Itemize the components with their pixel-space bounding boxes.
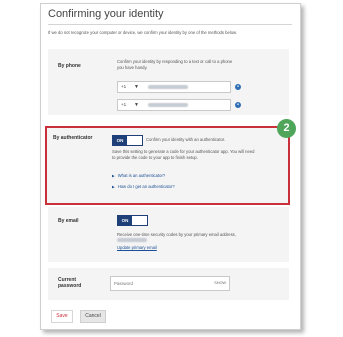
chevron-down-icon[interactable]: ▼ [134,101,139,109]
authenticator-toggle[interactable]: ON [112,135,143,146]
email-label: By email [58,218,79,224]
title-divider [48,24,292,25]
phone-label: By phone [58,63,81,69]
authenticator-toggle-text: Confirm your identity with an authentica… [146,137,226,142]
phone-number-blurred [148,85,188,89]
email-address-blurred [117,238,147,243]
phone-number-blurred [148,103,188,107]
phone-description: Confirm your identity by responding to a… [117,59,233,70]
phone-input-2[interactable]: +1 ▼ [117,99,231,111]
country-code: +1 [121,102,127,107]
phone-section: By phone Confirm your identity by respon… [48,49,289,115]
caret-right-icon: ▶ [112,174,115,178]
what-is-authenticator-link[interactable]: ▶ What is an authenticator? [112,173,165,179]
update-primary-email-link[interactable]: Update primary email [117,245,157,251]
chevron-down-icon[interactable]: ▼ [134,83,139,91]
authenticator-section: By authenticator ON Confirm your identit… [45,126,290,205]
show-password-button[interactable]: SHOW [214,277,226,290]
cancel-button[interactable]: Cancel [80,310,106,323]
info-icon[interactable]: • [235,102,241,108]
authenticator-description: Save this setting to generate a code for… [112,149,255,160]
page-title: Confirming your identity [48,8,164,20]
caret-right-icon: ▶ [112,185,115,189]
info-icon[interactable]: • [235,84,241,90]
email-description: Receive one-time security codes by your … [117,232,237,243]
step-badge: 2 [277,119,296,138]
toggle-on-label: ON [113,136,127,145]
save-button[interactable]: Save [51,310,73,323]
password-label: Current password [58,277,82,289]
email-section: By email ON Receive one-time security co… [48,207,289,262]
authenticator-label: By authenticator [53,135,93,141]
settings-panel: Confirming your identity If we do not re… [40,3,301,330]
toggle-on-label: ON [118,216,132,225]
email-toggle[interactable]: ON [117,215,148,226]
country-code: +1 [121,84,127,89]
current-password-input[interactable]: Password SHOW [110,276,230,291]
password-placeholder: Password [114,281,133,286]
phone-input-1[interactable]: +1 ▼ [117,81,231,93]
how-to-get-authenticator-link[interactable]: ▶ How do I get an authenticator? [112,184,175,190]
intro-text: If we do not recognize your computer or … [48,30,238,35]
